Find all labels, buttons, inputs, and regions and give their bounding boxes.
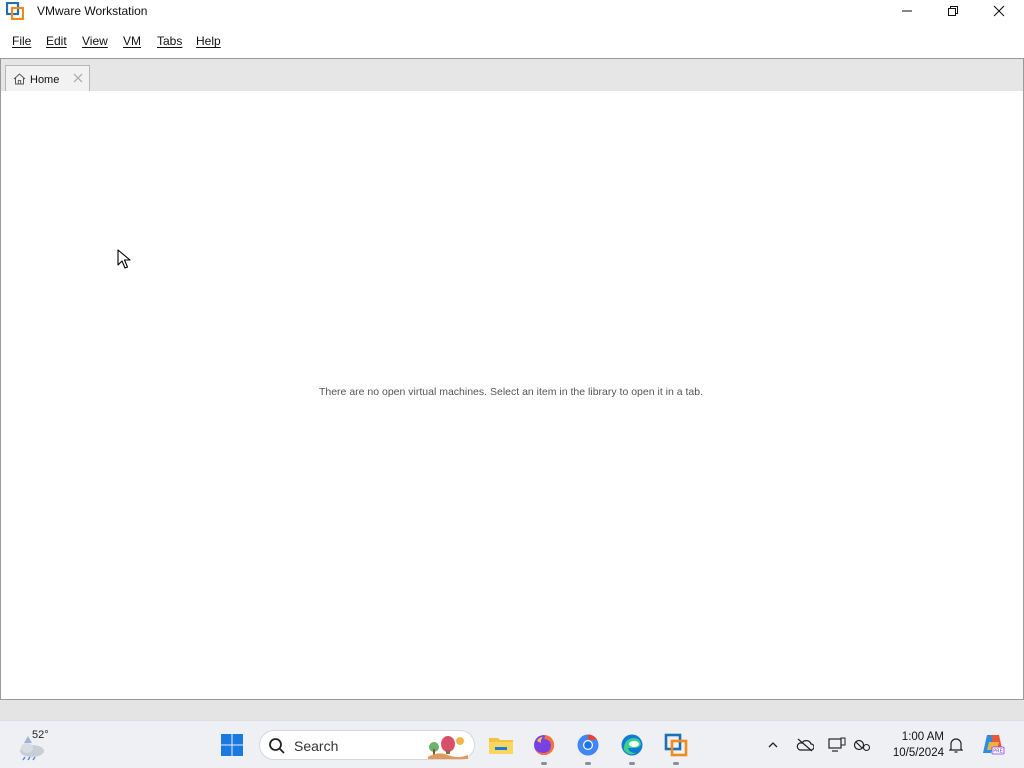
svg-text:PRE: PRE [993, 749, 1003, 755]
vmware-app-icon [6, 2, 24, 20]
vmware-icon [664, 733, 688, 757]
start-button[interactable] [216, 729, 248, 761]
taskbar: 52° Search 1:00 AM 10/5/2024 PRE [0, 720, 1024, 768]
close-button[interactable] [976, 0, 1022, 22]
tray-network[interactable] [852, 735, 872, 755]
onedrive-icon [796, 738, 814, 752]
menu-help[interactable]: Help [196, 33, 221, 49]
menu-file[interactable]: File [12, 33, 31, 49]
running-indicator [585, 762, 591, 765]
taskbar-vmware-workstation[interactable] [660, 729, 692, 765]
taskbar-chrome[interactable] [572, 729, 604, 765]
taskbar-edge[interactable] [616, 729, 648, 765]
running-indicator [673, 762, 679, 765]
title-bar[interactable]: VMware Workstation [0, 0, 1024, 24]
tray-device[interactable] [827, 735, 847, 755]
clock-date[interactable]: 10/5/2024 [880, 746, 944, 760]
restore-button[interactable] [930, 0, 976, 22]
edge-icon [621, 734, 643, 756]
copilot-icon: PRE [983, 735, 1005, 755]
home-icon [13, 73, 26, 85]
tray-show-hidden-icons[interactable] [763, 735, 783, 755]
taskbar-firefox[interactable] [528, 729, 560, 765]
weather-temperature: 52° [32, 729, 49, 741]
empty-library-message: There are no open virtual machines. Sele… [318, 386, 704, 398]
taskbar-search[interactable]: Search [259, 730, 475, 760]
firefox-icon [534, 734, 555, 755]
mouse-cursor-icon [117, 249, 131, 269]
tray-notifications[interactable] [946, 735, 966, 755]
tray-copilot[interactable]: PRE [980, 731, 1006, 757]
tab-home-label: Home [30, 74, 60, 86]
chrome-icon [577, 734, 599, 756]
device-icon [828, 737, 846, 752]
network-icon [853, 739, 871, 752]
restore-icon [948, 6, 958, 16]
home-content-area: There are no open virtual machines. Sele… [0, 91, 1024, 700]
windows-start-icon [221, 734, 243, 756]
menu-edit[interactable]: Edit [46, 33, 67, 49]
menu-view[interactable]: View [82, 33, 108, 49]
menu-vm[interactable]: VM [123, 33, 141, 49]
running-indicator [541, 762, 547, 765]
folder-icon [489, 738, 513, 754]
minimize-icon [902, 10, 912, 12]
tab-strip: Home [0, 58, 1024, 92]
search-icon [269, 738, 285, 754]
clock-time[interactable]: 1:00 AM [880, 730, 944, 744]
chevron-up-icon [768, 742, 778, 748]
notification-bell-icon [949, 738, 963, 753]
search-highlight-icon [428, 736, 468, 759]
window-title: VMware Workstation [37, 4, 148, 18]
taskbar-file-explorer[interactable] [485, 729, 517, 761]
status-bar [0, 700, 1024, 720]
minimize-button[interactable] [884, 0, 930, 22]
search-label: Search [294, 738, 339, 754]
weather-widget[interactable]: 52° [16, 729, 52, 763]
menu-tabs[interactable]: Tabs [157, 33, 182, 49]
tray-onedrive[interactable] [795, 735, 815, 755]
menu-bar: File Edit View VM Tabs Help [0, 24, 1024, 58]
tab-home[interactable]: Home [5, 65, 90, 92]
tab-close-icon[interactable] [72, 72, 84, 84]
running-indicator [629, 762, 635, 765]
close-icon [993, 5, 1005, 17]
desktop: VMware Workstation File Edit View VM Tab… [0, 0, 1024, 768]
